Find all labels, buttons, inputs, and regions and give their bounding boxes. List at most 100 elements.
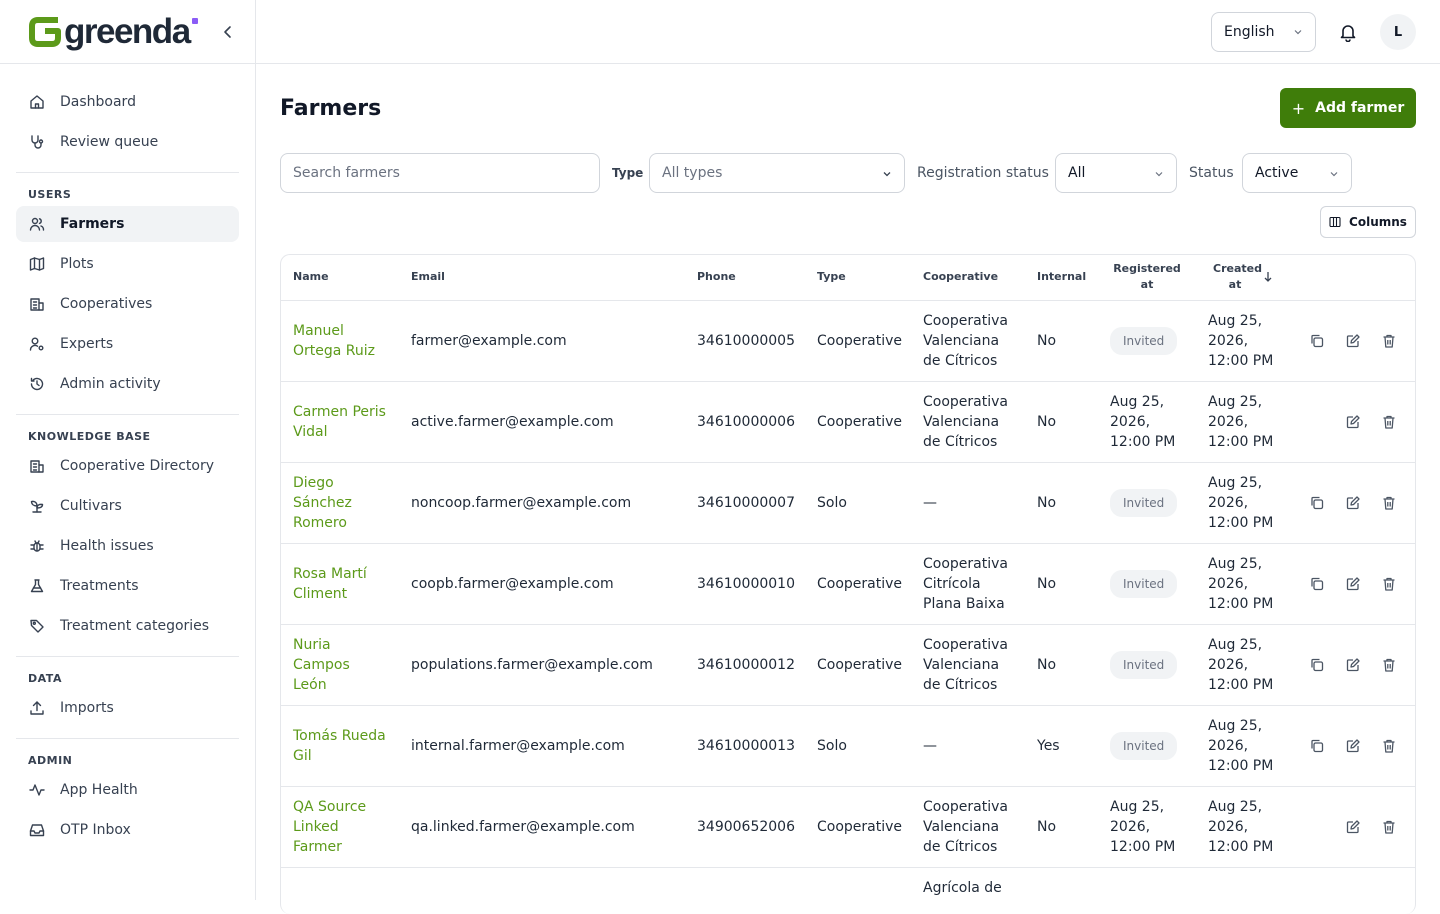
column-header-registered[interactable]: Registered at [1098, 255, 1196, 301]
delete-icon[interactable] [1381, 576, 1397, 592]
chevron-down-icon [1155, 172, 1163, 177]
farmer-phone: 34610000013 [685, 705, 805, 787]
sidebar-item-treatment-categories[interactable]: Treatment categories [16, 608, 239, 644]
search-input[interactable] [280, 153, 600, 193]
sidebar-item-review-queue[interactable]: Review queue [16, 124, 239, 160]
app-logo[interactable]: greenda [28, 14, 198, 49]
sidebar-item-label: Admin activity [60, 376, 161, 392]
chevron-down-icon [1294, 30, 1302, 35]
table-row[interactable]: Manuel Ortega Ruiz farmer@example.com 34… [281, 300, 1415, 382]
collapse-sidebar-icon[interactable] [220, 24, 236, 40]
column-header-cooperative[interactable]: Cooperative [911, 255, 1025, 301]
row-actions [1302, 738, 1405, 754]
farmer-created-at: Aug 25, 2026, 12:00 PM [1196, 462, 1290, 544]
sidebar-item-imports[interactable]: Imports [16, 690, 239, 726]
farmer-name-link[interactable]: QA Source Linked Farmer [281, 786, 399, 868]
table-row[interactable]: Agrícola de [281, 867, 1415, 914]
edit-icon[interactable] [1345, 333, 1361, 349]
sidebar-item-treatments[interactable]: Treatments [16, 568, 239, 604]
map-icon [28, 255, 46, 273]
copy-icon[interactable] [1309, 657, 1325, 673]
status-filter-select[interactable]: Active [1242, 153, 1352, 193]
table-row[interactable]: Carmen Peris Vidal active.farmer@example… [281, 381, 1415, 463]
farmer-name-link[interactable]: Nuria Campos León [281, 624, 399, 706]
columns-button[interactable]: Columns [1320, 206, 1416, 238]
farmer-name-link[interactable]: Manuel Ortega Ruiz [281, 300, 399, 382]
sidebar-item-cooperative-directory[interactable]: Cooperative Directory [16, 448, 239, 484]
farmer-name-link[interactable] [281, 867, 399, 914]
column-header-phone[interactable]: Phone [685, 255, 805, 301]
sidebar-item-label: Cultivars [60, 498, 122, 514]
farmer-cooperative: Cooperativa Valenciana de Cítricos [911, 786, 1025, 868]
sidebar-item-plots[interactable]: Plots [16, 246, 239, 282]
sidebar-item-health-issues[interactable]: Health issues [16, 528, 239, 564]
farmer-name-link[interactable]: Diego Sánchez Romero [281, 462, 399, 544]
farmer-name-link[interactable]: Rosa Martí Climent [281, 543, 399, 625]
chevron-down-icon [883, 172, 891, 177]
table-row[interactable]: Rosa Martí Climent coopb.farmer@example.… [281, 543, 1415, 625]
edit-icon[interactable] [1345, 657, 1361, 673]
table-row[interactable]: Tomás Rueda Gil internal.farmer@example.… [281, 705, 1415, 787]
notifications-bell-icon[interactable] [1338, 22, 1358, 42]
registration-filter-select[interactable]: All [1055, 153, 1177, 193]
column-header-created[interactable]: Created at [1196, 255, 1290, 301]
delete-icon[interactable] [1381, 657, 1397, 673]
edit-icon[interactable] [1345, 576, 1361, 592]
actions-cell [1290, 867, 1415, 914]
farmer-cooperative: Cooperativa Citrícola Plana Baixa [911, 543, 1025, 625]
table-row[interactable]: Nuria Campos León populations.farmer@exa… [281, 624, 1415, 706]
sidebar-item-otp-inbox[interactable]: OTP Inbox [16, 812, 239, 848]
farmer-registered-at: Invited [1098, 624, 1196, 706]
copy-icon[interactable] [1309, 738, 1325, 754]
language-select[interactable]: English [1211, 12, 1316, 52]
user-avatar[interactable]: L [1380, 14, 1416, 50]
farmer-registered-at: Invited [1098, 462, 1196, 544]
add-farmer-button[interactable]: + Add farmer [1280, 88, 1416, 128]
farmer-type: Cooperative [805, 300, 911, 382]
status-badge: Invited [1110, 569, 1178, 598]
language-value: English [1224, 24, 1275, 40]
edit-icon[interactable] [1345, 414, 1361, 430]
greenda-logo-icon [29, 16, 61, 47]
delete-icon[interactable] [1381, 333, 1397, 349]
column-header-email[interactable]: Email [399, 255, 685, 301]
delete-icon[interactable] [1381, 414, 1397, 430]
copy-icon[interactable] [1309, 495, 1325, 511]
column-header-actions [1290, 255, 1415, 301]
actions-cell [1290, 381, 1415, 463]
edit-icon[interactable] [1345, 738, 1361, 754]
column-header-name[interactable]: Name [281, 255, 399, 301]
sidebar-item-app-health[interactable]: App Health [16, 772, 239, 808]
edit-icon[interactable] [1345, 495, 1361, 511]
sidebar-item-admin-activity[interactable]: Admin activity [16, 366, 239, 402]
history-icon [28, 375, 46, 393]
farmer-phone: 34610000007 [685, 462, 805, 544]
delete-icon[interactable] [1381, 495, 1397, 511]
edit-icon[interactable] [1345, 819, 1361, 835]
sidebar-item-label: Dashboard [60, 94, 136, 110]
table-header-row: Name Email Phone Type Cooperative Intern… [281, 255, 1415, 301]
sidebar-item-experts[interactable]: Experts [16, 326, 239, 362]
type-filter-value: All types [662, 165, 723, 181]
copy-icon[interactable] [1309, 333, 1325, 349]
type-filter-select[interactable]: All types [649, 153, 905, 193]
delete-icon[interactable] [1381, 738, 1397, 754]
farmer-name-link[interactable]: Tomás Rueda Gil [281, 705, 399, 787]
sidebar-item-farmers[interactable]: Farmers [16, 206, 239, 242]
column-header-type[interactable]: Type [805, 255, 911, 301]
building-icon [28, 457, 46, 475]
table-row[interactable]: QA Source Linked Farmer qa.linked.farmer… [281, 786, 1415, 868]
farmer-cooperative: Agrícola de [911, 867, 1025, 914]
delete-icon[interactable] [1381, 819, 1397, 835]
copy-icon[interactable] [1309, 576, 1325, 592]
column-header-internal[interactable]: Internal [1025, 255, 1098, 301]
sidebar-item-cultivars[interactable]: Cultivars [16, 488, 239, 524]
sidebar-item-cooperatives[interactable]: Cooperatives [16, 286, 239, 322]
section-divider [16, 172, 239, 173]
status-badge: Invited [1110, 650, 1178, 679]
farmer-name-link[interactable]: Carmen Peris Vidal [281, 381, 399, 463]
farmer-internal: No [1025, 624, 1098, 706]
sidebar-item-dashboard[interactable]: Dashboard [16, 84, 239, 120]
section-title: KNOWLEDGE BASE [28, 429, 151, 443]
table-row[interactable]: Diego Sánchez Romero noncoop.farmer@exam… [281, 462, 1415, 544]
